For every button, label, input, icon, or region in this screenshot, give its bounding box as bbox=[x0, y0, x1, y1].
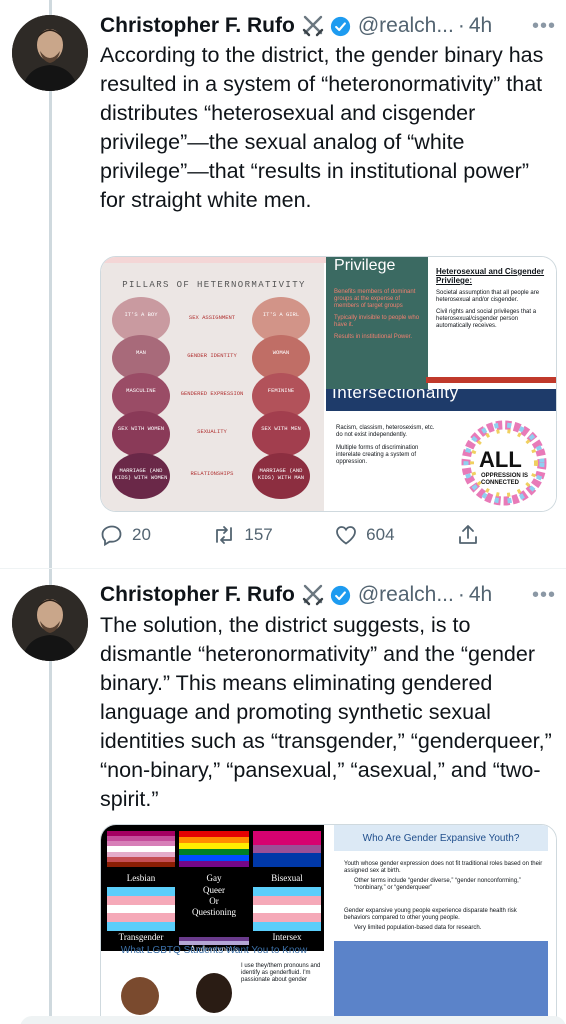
intersex-flag bbox=[253, 887, 321, 931]
privilege-box-text: Societal assumption that all people are … bbox=[436, 290, 540, 303]
flag-label-questioning: Questioning bbox=[192, 907, 236, 917]
youth-sub-bullet: Other terms include “gender diverse,” “g… bbox=[354, 878, 521, 891]
pillar-right-label: IT'S A GIRL bbox=[262, 311, 300, 318]
youth-slide-title: Who Are Gender Expansive Youth? bbox=[362, 833, 520, 844]
privilege-title: Privilege bbox=[334, 257, 396, 274]
pride-flags-image[interactable]: Lesbian Gay Bisexual Queer Or Questioning Tran… bbox=[101, 825, 327, 1024]
privilege-bullet: Typically invisible to people who have i… bbox=[334, 315, 420, 328]
tweet-divider bbox=[0, 568, 566, 569]
author-name[interactable]: Christopher F. Rufo bbox=[100, 14, 295, 38]
bisexual-flag bbox=[253, 831, 321, 868]
crossed-swords-icon bbox=[302, 584, 324, 606]
reply-button[interactable]: 20 bbox=[100, 523, 151, 547]
all-text: ALL bbox=[479, 447, 522, 472]
author-handle[interactable]: @realch... bbox=[358, 14, 454, 38]
pillar-category-label: SEXUALITY bbox=[197, 428, 227, 435]
timestamp[interactable]: 4h bbox=[469, 583, 492, 607]
author-handle[interactable]: @realch... bbox=[358, 583, 454, 607]
pillar-right-circle bbox=[252, 411, 310, 457]
flag-label-gay: Gay bbox=[206, 873, 222, 883]
retweet-count: 157 bbox=[244, 525, 273, 544]
tweet-media[interactable]: PILLARS OF HETERNORMATIVITY IT'S A BOY IT… bbox=[100, 256, 557, 512]
timestamp[interactable]: 4h bbox=[469, 14, 492, 38]
verified-badge-icon bbox=[330, 585, 350, 605]
avatar[interactable] bbox=[12, 585, 88, 661]
avatar[interactable] bbox=[12, 15, 88, 91]
bottom-bar bbox=[20, 1016, 566, 1024]
pillar-category-label: RELATIONSHIPS bbox=[190, 470, 234, 477]
like-count: 604 bbox=[366, 525, 395, 544]
pillars-title: PILLARS OF HETERNORMATIVITY bbox=[122, 280, 306, 290]
separator-dot: · bbox=[457, 14, 465, 37]
reply-count: 20 bbox=[132, 525, 151, 544]
retweet-button[interactable]: 157 bbox=[212, 523, 273, 547]
intersectionality-title: Intersectionality bbox=[332, 389, 459, 402]
pillar-right-label: WOMAN bbox=[272, 349, 290, 356]
tweet[interactable]: Christopher F. Rufo @realch... · 4h ••• … bbox=[0, 570, 566, 1024]
author-name[interactable]: Christopher F. Rufo bbox=[100, 583, 295, 607]
tweet-media[interactable]: Lesbian Gay Bisexual Queer Or Questioning Tran… bbox=[100, 824, 557, 1024]
student-quote: I use they/them pronouns and identify as… bbox=[241, 963, 321, 983]
more-options-icon[interactable]: ••• bbox=[532, 15, 556, 38]
privilege-bullet: Benefits members of dominant groups at t… bbox=[334, 289, 416, 309]
tweet-text: According to the district, the gender bi… bbox=[100, 43, 544, 212]
intersectionality-bullet: Multiple forms of discrimination interel… bbox=[336, 445, 419, 465]
pillar-category-label: GENDERED EXPRESSION bbox=[180, 390, 244, 397]
tweet-actions: 20 157 604 bbox=[100, 523, 480, 547]
flag-label-transgender: Transgender bbox=[118, 932, 164, 942]
heart-icon bbox=[336, 526, 357, 545]
gender-expansive-youth-image[interactable]: Who Are Gender Expansive Youth? Youth wh… bbox=[326, 825, 556, 1024]
pillar-left-label: MAN bbox=[136, 349, 146, 356]
crossed-swords-icon bbox=[302, 15, 324, 37]
pillar-left-circle bbox=[112, 411, 170, 457]
flag-label-intersex: Intersex bbox=[272, 932, 302, 942]
flag-label-bisexual: Bisexual bbox=[271, 873, 303, 883]
pillar-category-label: GENDER IDENTITY bbox=[187, 352, 237, 359]
pillar-left-label: MARRIAGE (AND KIDS) WITH WOMEN bbox=[114, 467, 168, 481]
youth-bullet: Gender expansive young people experience… bbox=[344, 908, 517, 921]
privilege-box-title: Heterosexual and Cisgender Privilege: bbox=[436, 267, 545, 285]
transgender-flag bbox=[107, 887, 175, 931]
flag-label-or: Or bbox=[209, 896, 219, 906]
pillar-left-label: IT'S A BOY bbox=[124, 311, 158, 318]
pillar-left-label: SEX WITH WOMEN bbox=[117, 425, 165, 432]
tweet-text: The solution, the district suggests, is … bbox=[100, 613, 552, 811]
youth-sub-bullet: Very limited population-based data for r… bbox=[354, 925, 482, 931]
like-button[interactable]: 604 bbox=[334, 523, 395, 547]
share-icon bbox=[459, 525, 477, 544]
lesbian-flag bbox=[107, 831, 175, 867]
students-heading: What LGBTQ Students Want You to Know bbox=[120, 945, 308, 956]
flag-label-lesbian: Lesbian bbox=[126, 873, 156, 883]
youth-bullet: Youth whose gender expression does not f… bbox=[344, 861, 543, 874]
oppression-text: OPPRESSION IS CONNECTED bbox=[481, 473, 529, 486]
separator-dot: · bbox=[457, 583, 465, 606]
share-button[interactable] bbox=[456, 523, 480, 547]
pillars-of-heteronormativity-image[interactable]: PILLARS OF HETERNORMATIVITY IT'S A BOY IT… bbox=[101, 257, 327, 511]
flag-label-queer: Queer bbox=[203, 885, 225, 895]
pillar-left-label: MASCULINE bbox=[126, 387, 156, 394]
privilege-intersectionality-image[interactable]: Privilege Benefits members of dominant g… bbox=[326, 257, 556, 511]
rainbow-flag bbox=[179, 831, 249, 867]
pillar-right-label: SEX WITH MEN bbox=[261, 425, 301, 432]
pillar-right-label: FEMININE bbox=[267, 387, 295, 394]
retweet-icon bbox=[216, 526, 233, 544]
more-options-icon[interactable]: ••• bbox=[532, 584, 556, 607]
pillar-category-label: SEX ASSIGNMENT bbox=[188, 314, 236, 321]
pillar-right-label: MARRIAGE (AND KIDS) WITH MAN bbox=[257, 467, 305, 481]
verified-badge-icon bbox=[330, 16, 350, 36]
reply-icon bbox=[101, 525, 122, 547]
intersectionality-bullet: Racism, classism, heterosexism, etc. do … bbox=[336, 425, 435, 438]
privilege-box-text: Civil rights and social privileges that … bbox=[436, 309, 537, 329]
privilege-bullet: Results in institutional Power. bbox=[334, 334, 413, 340]
tweet[interactable]: Christopher F. Rufo @realch... · 4h ••• … bbox=[0, 0, 566, 570]
